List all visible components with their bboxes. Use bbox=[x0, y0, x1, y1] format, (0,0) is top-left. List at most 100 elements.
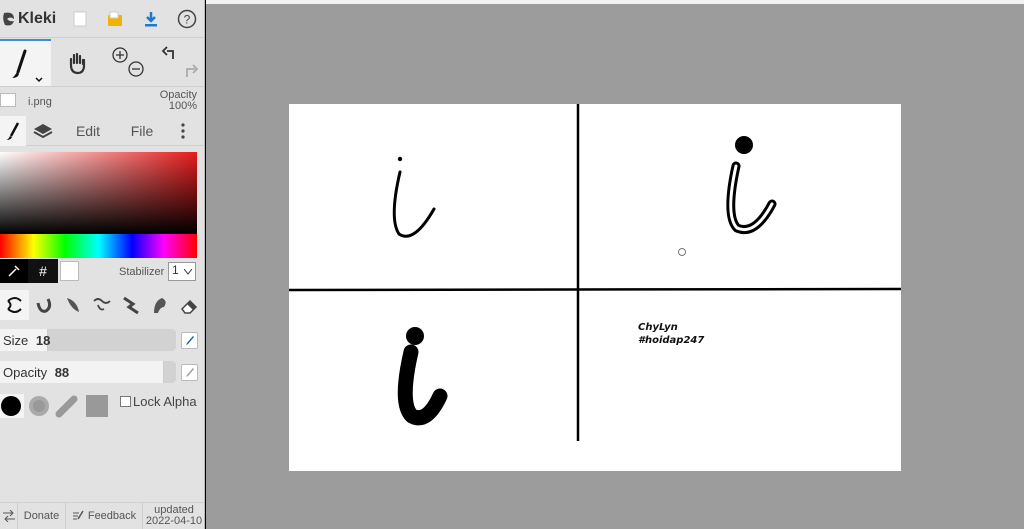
sketchy-brush-button[interactable] bbox=[58, 290, 87, 320]
canvas-drawing bbox=[288, 104, 902, 441]
chemy-brush-icon bbox=[122, 296, 139, 315]
help-button[interactable]: ? bbox=[169, 0, 204, 38]
swap-side-button[interactable] bbox=[0, 503, 18, 529]
size-slider[interactable]: Size 18 bbox=[0, 329, 176, 351]
tool-row bbox=[0, 39, 204, 87]
opacity-slider[interactable]: Opacity 88 bbox=[0, 361, 176, 383]
chemy-brush-button[interactable] bbox=[116, 290, 145, 320]
opacity-label: Opacity bbox=[3, 365, 48, 380]
new-file-button[interactable] bbox=[62, 0, 98, 38]
new-file-icon bbox=[73, 11, 87, 26]
tab-brush[interactable] bbox=[0, 115, 26, 146]
redo-icon[interactable] bbox=[186, 63, 199, 77]
hex-input-button[interactable]: # bbox=[28, 259, 58, 283]
brush-type-row bbox=[0, 290, 204, 320]
round-hard-shape-button[interactable] bbox=[0, 394, 24, 418]
tab-edit[interactable]: Edit bbox=[60, 116, 116, 146]
eraser-icon bbox=[180, 299, 197, 314]
sketchy-brush-icon bbox=[66, 298, 79, 312]
circle-soft-icon bbox=[29, 396, 49, 416]
hand-tool-button[interactable] bbox=[51, 39, 102, 86]
current-color-swatch[interactable] bbox=[60, 261, 79, 281]
signature-text: ChyLyn #hoidap247 bbox=[638, 321, 704, 347]
drawing-canvas[interactable]: ChyLyn #hoidap247 bbox=[288, 104, 902, 471]
tab-file[interactable]: File bbox=[116, 116, 168, 146]
more-vertical-icon bbox=[181, 122, 185, 139]
color-row: # Stabilizer 1 bbox=[0, 259, 204, 285]
chevron-down-icon bbox=[184, 269, 192, 275]
brush-tool-icon bbox=[11, 49, 43, 82]
lock-alpha-label: Lock Alpha bbox=[133, 394, 197, 409]
pen-brush-icon bbox=[6, 297, 22, 313]
checkbox-icon bbox=[120, 396, 131, 407]
pixel-brush-icon bbox=[92, 298, 111, 311]
zoom-controls bbox=[103, 39, 154, 86]
brush-tool-button[interactable] bbox=[0, 39, 52, 86]
circle-hard-icon bbox=[1, 396, 21, 416]
top-toolbar: Kleki ? bbox=[0, 0, 204, 38]
stabilizer-select[interactable]: 1 bbox=[168, 262, 196, 281]
blend-brush-button[interactable] bbox=[29, 290, 58, 320]
tab-layers[interactable] bbox=[26, 116, 60, 146]
eyedropper-icon bbox=[8, 265, 20, 277]
kleki-app: Kleki ? i.png Opacity 100% Edit File # S… bbox=[0, 0, 1024, 529]
pen-pressure-icon bbox=[186, 336, 194, 345]
pen-pressure-icon bbox=[186, 368, 194, 377]
hue-slider[interactable] bbox=[0, 234, 197, 258]
updated-info: updated 2022-04-10 bbox=[143, 503, 204, 529]
kleki-logo-icon bbox=[3, 12, 14, 25]
opacity-slider-text: Opacity 88 bbox=[3, 365, 69, 380]
layers-icon bbox=[33, 123, 53, 138]
panel-tabs: Edit File bbox=[0, 115, 204, 146]
letter-i-thin bbox=[392, 156, 436, 238]
undo-icon[interactable] bbox=[162, 45, 175, 59]
workspace-top-strip bbox=[206, 0, 1024, 4]
pixel-brush-button[interactable] bbox=[87, 290, 116, 320]
download-icon bbox=[145, 11, 158, 26]
square-shape-button[interactable] bbox=[85, 394, 109, 418]
feedback-link[interactable]: Feedback bbox=[66, 503, 143, 529]
smudge-brush-button[interactable] bbox=[145, 290, 174, 320]
updated-date: 2022-04-10 bbox=[145, 515, 203, 527]
donate-link[interactable]: Donate bbox=[18, 503, 66, 529]
pen-brush-button[interactable] bbox=[0, 290, 29, 320]
history-icons bbox=[162, 45, 199, 77]
round-soft-shape-button[interactable] bbox=[27, 394, 51, 418]
opacity-pressure-toggle[interactable] bbox=[181, 364, 198, 381]
zoom-icons bbox=[112, 46, 144, 77]
color-saturation-picker[interactable] bbox=[0, 152, 197, 234]
feedback-icon bbox=[72, 510, 84, 520]
app-name: Kleki bbox=[18, 9, 57, 27]
signature-line-2: #hoidap247 bbox=[638, 335, 705, 346]
size-pressure-toggle[interactable] bbox=[181, 332, 198, 349]
hand-tool-icon bbox=[69, 52, 85, 74]
chalk-shape-button[interactable] bbox=[55, 394, 79, 418]
chalk-icon bbox=[55, 395, 78, 418]
history-controls bbox=[154, 39, 204, 86]
swap-icon bbox=[2, 510, 15, 522]
kleki-logo[interactable]: Kleki bbox=[0, 0, 62, 38]
help-icon: ? bbox=[177, 9, 197, 28]
feedback-label: Feedback bbox=[87, 510, 137, 522]
sidebar-footer: Donate Feedback updated 2022-04-10 bbox=[0, 502, 204, 529]
layer-opacity: Opacity 100% bbox=[160, 90, 197, 112]
blend-brush-icon bbox=[36, 298, 51, 313]
zoom-in-icon[interactable] bbox=[112, 46, 128, 63]
brush-cursor-indicator bbox=[678, 248, 686, 256]
zoom-out-icon[interactable] bbox=[128, 60, 144, 77]
svg-text:?: ? bbox=[184, 12, 191, 26]
eraser-button[interactable] bbox=[174, 290, 203, 320]
lock-alpha-checkbox[interactable]: Lock Alpha bbox=[120, 394, 197, 409]
eyedropper-button[interactable] bbox=[0, 259, 28, 283]
brush-icon bbox=[6, 121, 20, 140]
more-menu-button[interactable] bbox=[168, 116, 198, 146]
layer-file-bar: i.png Opacity 100% bbox=[0, 88, 204, 116]
stabilizer-value: 1 bbox=[172, 263, 179, 277]
sidebar: Kleki ? i.png Opacity 100% Edit File # S… bbox=[0, 0, 205, 529]
opacity-value: 88 bbox=[54, 365, 70, 380]
download-button[interactable] bbox=[133, 0, 169, 38]
brush-shape-row: Lock Alpha bbox=[0, 392, 204, 420]
open-folder-icon bbox=[108, 11, 123, 26]
file-thumbnail[interactable] bbox=[0, 93, 16, 107]
open-file-button[interactable] bbox=[98, 0, 134, 38]
